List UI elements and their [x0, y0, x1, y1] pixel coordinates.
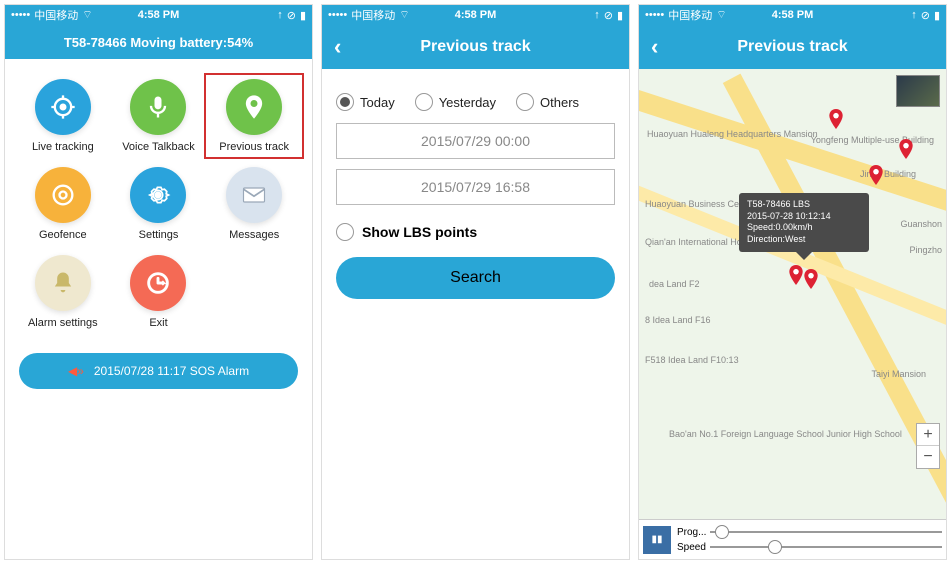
menu-settings[interactable]: Settings — [115, 167, 203, 241]
menu-geofence[interactable]: Geofence — [19, 167, 107, 241]
bell-icon — [35, 255, 91, 311]
marker-tooltip: T58-78466 LBS 2015-07-28 10:12:14 Speed:… — [739, 193, 869, 252]
date-from-input[interactable] — [336, 123, 615, 159]
map-marker[interactable] — [789, 265, 803, 285]
mail-icon — [226, 167, 282, 223]
menu-messages[interactable]: Messages — [210, 167, 298, 241]
status-bar: ••••• 中国移动 ⌔ 4:58 PM ↑⊘▮ — [639, 5, 946, 25]
menu-exit[interactable]: Exit — [115, 255, 203, 329]
progress-slider[interactable] — [710, 531, 942, 533]
date-to-input[interactable] — [336, 169, 615, 205]
speaker-icon: ◀» — [68, 364, 84, 378]
zoom-controls: + − — [916, 423, 940, 469]
menu-alarm-settings[interactable]: Alarm settings — [19, 255, 107, 329]
sos-alarm-bar[interactable]: ◀» 2015/07/28 11:17 SOS Alarm — [19, 353, 298, 389]
zoom-out-button[interactable]: − — [917, 446, 939, 468]
header: ‹ Previous track — [639, 25, 946, 69]
lbs-checkbox[interactable] — [336, 223, 354, 241]
fence-icon — [35, 167, 91, 223]
map-marker[interactable] — [829, 109, 843, 129]
wifi-icon: ⌔ — [82, 8, 92, 22]
phone-screen-home: ••••• 中国移动 ⌔ 4:58 PM ↑⊘▮ T58-78466 Movin… — [4, 4, 313, 560]
pin-icon — [226, 79, 282, 135]
home-title: T58-78466 Moving battery:54% — [5, 25, 312, 59]
mic-icon — [130, 79, 186, 135]
playback-bar: ▮▮ Prog... Speed — [639, 519, 946, 559]
search-button[interactable]: Search — [336, 257, 615, 299]
map-view[interactable]: Huaoyuan Hualeng Headquarters Mansion Yo… — [639, 69, 946, 519]
status-bar: ••••• 中国移动 ⌔ 4:58 PM ↑⊘▮ — [5, 5, 312, 25]
header: ‹ Previous track — [322, 25, 629, 69]
radio-today[interactable]: Today — [336, 93, 395, 111]
back-button[interactable]: ‹ — [334, 34, 341, 60]
back-button[interactable]: ‹ — [651, 34, 658, 60]
page-title: Previous track — [420, 38, 530, 56]
phone-screen-map: ••••• 中国移动 ⌔ 4:58 PM ↑⊘▮ ‹ Previous trac… — [638, 4, 947, 560]
map-marker[interactable] — [899, 139, 913, 159]
zoom-in-button[interactable]: + — [917, 424, 939, 446]
phone-screen-previous-track-form: ••••• 中国移动 ⌔ 4:58 PM ↑⊘▮ ‹ Previous trac… — [321, 4, 630, 560]
menu-previous-track[interactable]: Previous track — [204, 73, 304, 159]
target-icon — [35, 79, 91, 135]
radio-others[interactable]: Others — [516, 93, 579, 111]
map-marker[interactable] — [869, 165, 883, 185]
exit-icon — [130, 255, 186, 311]
page-title: Previous track — [737, 38, 847, 56]
status-bar: ••••• 中国移动 ⌔ 4:58 PM ↑⊘▮ — [322, 5, 629, 25]
menu-live-tracking[interactable]: Live tracking — [19, 79, 107, 153]
radio-yesterday[interactable]: Yesterday — [415, 93, 496, 111]
pause-button[interactable]: ▮▮ — [643, 526, 671, 554]
lbs-label: Show LBS points — [362, 224, 477, 240]
gear-icon — [130, 167, 186, 223]
menu-voice-talkback[interactable]: Voice Talkback — [115, 79, 203, 153]
map-marker[interactable] — [804, 269, 818, 289]
speed-slider[interactable] — [710, 546, 942, 548]
satellite-thumbnail[interactable] — [896, 75, 940, 107]
